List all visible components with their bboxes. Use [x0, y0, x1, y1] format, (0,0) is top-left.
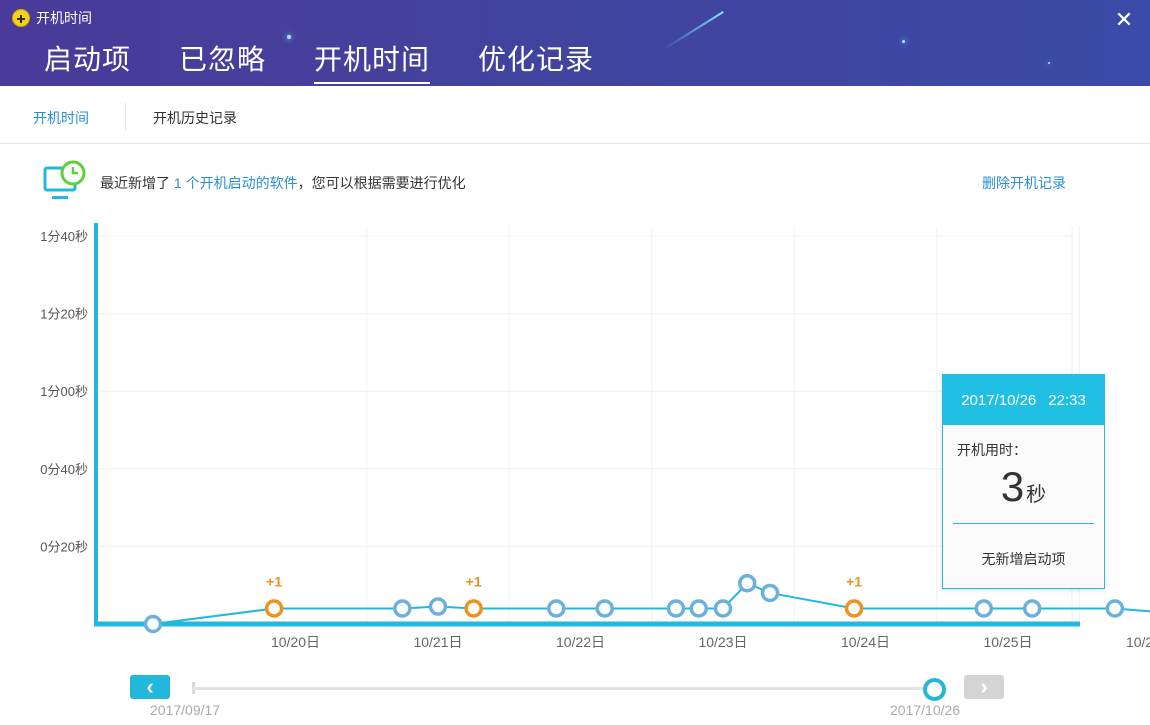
star-decoration [1048, 62, 1050, 64]
x-tick-label: 10/26日 [1126, 634, 1150, 650]
x-tick-label: 10/24日 [841, 634, 890, 650]
x-axis-ticks: 10/20日 10/21日 10/22日 10/23日 10/24日 10/25日 10/2… [271, 634, 1150, 650]
timeline-start-date: 2017/09/17 [150, 702, 221, 718]
chevron-right-icon: › [980, 674, 988, 699]
data-point-added [844, 599, 864, 618]
y-tick-label: 1分40秒 [40, 229, 88, 244]
data-point [689, 599, 709, 618]
app-title-text: 开机时间 [36, 10, 92, 26]
tooltip-value-unit: 秒 [1026, 484, 1047, 506]
y-tick-label: 0分40秒 [40, 462, 88, 477]
data-point [666, 599, 686, 618]
x-tick-label: 10/20日 [271, 634, 320, 650]
y-tick-label: 0分20秒 [40, 539, 88, 554]
data-point [737, 574, 757, 593]
tab-optimization-log[interactable]: 优化记录 [478, 38, 594, 84]
monitor-clock-icon [43, 160, 86, 199]
boot-detail-tooltip: 2017/10/26 22:33 开机用时： 3秒 无新增启动项 [942, 374, 1105, 589]
close-button[interactable]: ✕ [1114, 7, 1134, 32]
chart-axes [94, 223, 1080, 627]
subtab-boot-history[interactable]: 开机历史记录 [153, 108, 237, 128]
data-point [143, 614, 163, 634]
chevron-left-icon: ‹ [146, 674, 154, 699]
subtab-divider [125, 103, 126, 131]
title-bar: 开机时间 ✕ 启动项 已忽略 开机时间 优化记录 [0, 0, 1150, 86]
data-point [1105, 599, 1125, 618]
tooltip-date: 2017/10/26 [961, 391, 1037, 409]
tooltip-label: 开机用时： [957, 442, 1027, 458]
data-point-added [464, 599, 483, 618]
notice-text: 最近新增了 1 个开机启动的软件，您可以根据需要进行优化 [100, 173, 466, 193]
close-icon: ✕ [1114, 7, 1134, 32]
added-label: +1 [466, 573, 482, 589]
tab-boot-time[interactable]: 开机时间 [314, 38, 431, 84]
tab-ignored[interactable]: 已忽略 [179, 38, 266, 84]
data-point [974, 599, 994, 618]
tooltip-footer: 无新增启动项 [981, 551, 1066, 567]
timeline-handle[interactable] [923, 678, 946, 701]
data-point [713, 599, 733, 618]
star-decoration [902, 40, 905, 43]
timeline-end-date: 2017/10/26 [890, 702, 961, 718]
x-tick-label: 10/21日 [413, 634, 462, 650]
x-tick-label: 10/23日 [698, 634, 747, 650]
delete-boot-records-link[interactable]: 删除开机记录 [982, 173, 1066, 193]
tooltip-time: 22:33 [1048, 391, 1086, 409]
y-axis-ticks: 1分40秒 1分20秒 1分00秒 0分40秒 0分20秒 [40, 229, 88, 554]
added-label: +1 [266, 573, 282, 589]
app-title: 开机时间 [12, 8, 92, 28]
y-tick-label: 1分00秒 [40, 384, 88, 399]
tab-startup-items[interactable]: 启动项 [44, 38, 131, 84]
data-point [760, 583, 780, 603]
data-point [595, 599, 614, 618]
timeline-prev-button[interactable]: ‹ [130, 675, 170, 699]
notice-prefix: 最近新增了 [100, 175, 170, 191]
notice-suffix: ，您可以根据需要进行优化 [297, 175, 466, 191]
tooltip-divider [953, 523, 1094, 524]
x-tick-label: 10/22日 [556, 634, 605, 650]
meteor-decoration [663, 11, 724, 50]
timeline-track[interactable] [192, 687, 935, 690]
y-tick-label: 1分20秒 [40, 307, 88, 322]
sub-navigation: 开机时间 开机历史记录 [0, 86, 1150, 144]
subtab-boot-time[interactable]: 开机时间 [33, 108, 89, 128]
added-label: +1 [846, 573, 862, 589]
new-startup-software-link[interactable]: 1 个开机启动的软件 [174, 175, 298, 191]
data-point-added [264, 599, 284, 618]
tooltip-value-number: 3 [1000, 463, 1025, 510]
data-point [428, 597, 448, 616]
app-logo-icon [12, 9, 30, 27]
data-point [547, 599, 566, 618]
main-tabs: 启动项 已忽略 开机时间 优化记录 [44, 38, 594, 84]
data-point [1022, 599, 1042, 618]
tooltip-header: 2017/10/26 22:33 [943, 375, 1104, 425]
timeline-next-button[interactable]: › [964, 675, 1004, 699]
tooltip-value: 3秒 [943, 463, 1104, 511]
data-point [393, 599, 412, 618]
x-tick-label: 10/25日 [983, 634, 1032, 650]
